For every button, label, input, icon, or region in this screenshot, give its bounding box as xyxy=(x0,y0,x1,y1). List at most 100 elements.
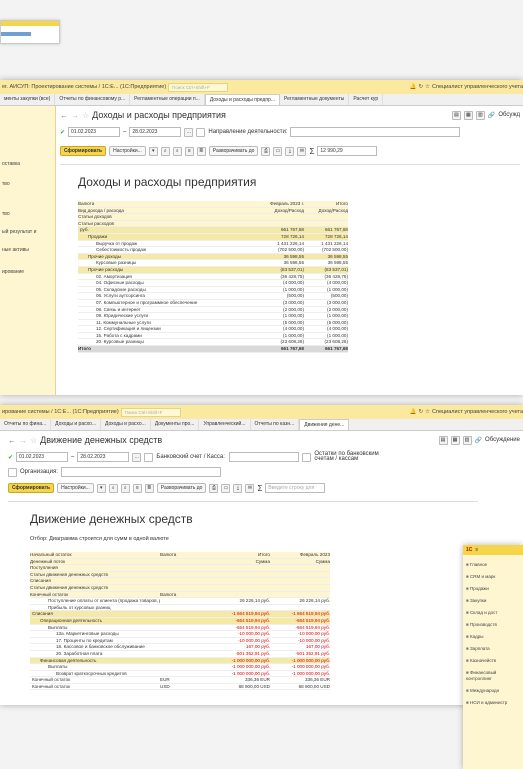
print-report-icon[interactable]: ⎙ xyxy=(261,146,271,156)
table-row[interactable]: Курсовые разницы 36 598,55 36 598,55 xyxy=(78,260,348,267)
date-to-input[interactable]: 28.02.2023 xyxy=(129,127,182,137)
favorite-star-icon[interactable]: ☆ xyxy=(30,436,37,445)
tab-doc-purchases[interactable]: менты закупки (все) xyxy=(0,94,56,105)
bank-checkbox[interactable] xyxy=(144,452,154,462)
period-select-button[interactable]: … xyxy=(184,127,194,137)
save-icon[interactable]: ▦ xyxy=(450,435,460,445)
sidebar-item[interactable]: ■ Финансовый контроллинг xyxy=(463,667,523,685)
global-search-input[interactable]: Поиск Ctrl+Shift+F xyxy=(120,407,181,417)
table-row[interactable]: 06. Услуги аутсорсинга (500,00) (500,00) xyxy=(78,293,348,300)
sidebar-item[interactable]: ■ CRM и марк xyxy=(463,571,523,583)
print-report-icon[interactable]: ⎙ xyxy=(209,483,219,493)
table-row[interactable]: Выплаты -664 519,94 руб. -664 519,94 руб. xyxy=(30,625,330,632)
table-row[interactable]: руб. 661 767,68 661 767,68 xyxy=(78,227,348,234)
sidebar-item-treasury[interactable]: тво xyxy=(0,208,55,220)
back-arrow-icon[interactable]: ← xyxy=(60,111,68,120)
table-row[interactable]: 17. Проценты по кредитам -10 000,00 руб. -… xyxy=(30,638,330,645)
print-icon[interactable]: ▤ xyxy=(451,110,461,120)
table-row[interactable]: Поступление оплаты от клиента (продажа т… xyxy=(30,598,330,605)
tab-fin-reports[interactable]: Отчеты по финансовому р... xyxy=(55,94,131,105)
tab-income-expense-1[interactable]: Доходы и расхо... xyxy=(51,419,101,430)
expand-to-button[interactable]: Разворачивать до xyxy=(156,483,207,493)
date-to-input[interactable]: 28.02.2023 xyxy=(77,452,130,462)
tab-income-expense-2[interactable]: Доходы и расхо... xyxy=(101,419,151,430)
period-check-icon[interactable]: ✔ xyxy=(60,129,65,136)
export-icon[interactable]: ⤓ xyxy=(285,146,295,156)
sidebar-item[interactable]: ■ Главное xyxy=(463,559,523,571)
settings-button[interactable]: Настройки... xyxy=(109,146,146,156)
report-search-input[interactable]: Введите строку для xyxy=(265,483,326,493)
tab-reglament-ops[interactable]: Регламентные операции п... xyxy=(130,94,205,105)
period-select-button[interactable]: … xyxy=(132,452,142,462)
bell-icon[interactable]: 🔔 xyxy=(410,84,417,90)
table-row[interactable]: Списания -1 664 519,94 руб. -1 664 519,94 … xyxy=(30,611,330,618)
generate-button[interactable]: Сформировать xyxy=(8,483,55,493)
table-row[interactable]: Прочие доходы 36 598,55 36 598,55 xyxy=(78,253,348,261)
star-icon[interactable]: ☆ xyxy=(425,409,430,415)
direction-input[interactable] xyxy=(290,127,461,137)
sidebar-item-production[interactable]: тво xyxy=(0,178,55,190)
mail-icon[interactable]: ✉ xyxy=(245,483,255,493)
sidebar-item[interactable]: ■ Казначейств xyxy=(463,655,523,667)
table-row[interactable]: 02. Амортизация (36 428,75) (36 428,75) xyxy=(78,274,348,281)
table-row[interactable]: Финансовая деятельность -1 000 000,00 руб… xyxy=(30,657,330,665)
variant-icon[interactable]: ▾ xyxy=(148,146,158,156)
table-row[interactable]: 13а. Маркетинговые расходы -10 000,00 руб… xyxy=(30,631,330,638)
expand-to-button[interactable]: Разворачивать до xyxy=(208,146,259,156)
table-row[interactable]: Продажи 728 726,14 728 726,14 xyxy=(78,233,348,241)
back-arrow-icon[interactable]: ← xyxy=(8,436,16,445)
table-row[interactable]: 12. Сертификация и лицензии (4 000,00) (4 … xyxy=(78,326,348,333)
table-row[interactable]: 18. Кассовое и банковское обслуживание 16… xyxy=(30,644,330,651)
sidebar-item[interactable]: ■ Зарплата xyxy=(463,643,523,655)
table-row[interactable]: 05. Складские расходы (1 000,00) (1 000,00… xyxy=(78,287,348,294)
direction-checkbox[interactable] xyxy=(196,127,206,137)
table-row[interactable]: Операционная деятельность -664 519,94 руб… xyxy=(30,617,330,625)
forward-arrow-icon[interactable]: → xyxy=(71,111,79,120)
history-icon[interactable]: ↻ xyxy=(418,409,423,415)
link-icon[interactable]: 🔗 xyxy=(488,112,495,119)
table-row[interactable]: Выручка от продаж 1 431 226,14 1 431 226,1… xyxy=(78,241,348,248)
sidebar-item[interactable]: ■ Производств xyxy=(463,619,523,631)
mail-icon[interactable]: ✉ xyxy=(297,146,307,156)
variant-icon[interactable]: ▾ xyxy=(96,483,106,493)
sidebar-item[interactable]: ■ НСИ и администр xyxy=(463,697,523,709)
bank-input[interactable] xyxy=(229,452,300,462)
expand-icon[interactable]: ≣ xyxy=(144,483,154,493)
table-row[interactable]: Конечный остаток USD 68 900,00 USD 68 900,0… xyxy=(30,684,330,691)
org-input[interactable] xyxy=(60,467,221,477)
user-name[interactable]: Специалист управленческого учета xyxy=(432,84,523,90)
global-search-input[interactable]: Поиск Ctrl+Shift+F xyxy=(168,82,229,92)
sidebar-item[interactable]: ■ Склад и дост xyxy=(463,607,523,619)
sidebar-item[interactable]: ■ Продажи xyxy=(463,583,523,595)
sidebar-item-budgeting[interactable]: ирование xyxy=(0,266,55,278)
collapse-icon[interactable]: ≡ xyxy=(132,483,142,493)
settings-button[interactable]: Настройки... xyxy=(57,483,94,493)
forward-arrow-icon[interactable]: → xyxy=(19,436,27,445)
bell-icon[interactable]: 🔔 xyxy=(410,409,417,415)
period-check-icon[interactable]: ✔ xyxy=(8,454,13,461)
table-row[interactable]: 09. Юридические услуги (1 000,00) (1 000,0… xyxy=(78,313,348,320)
discuss-label[interactable]: Обсужд xyxy=(498,112,520,118)
tab-treasury-reports[interactable]: Отчеты по казн... xyxy=(251,419,300,430)
table-row[interactable]: 11. Коммунальные услуги (5 000,00) (5 000,… xyxy=(78,320,348,327)
search-icon[interactable]: ⌕ xyxy=(108,483,118,493)
table-row[interactable]: Выплаты -1 000 000,00 руб. -1 000 000,00 р… xyxy=(30,664,330,671)
user-name[interactable]: Специалист управленческого учета xyxy=(432,409,523,415)
expand-icon[interactable]: ≣ xyxy=(196,146,206,156)
table-row[interactable]: 20. Курсовые разницы (23 608,26) (23 608,2… xyxy=(78,339,348,347)
find-next-icon[interactable]: ⌕ xyxy=(172,146,182,156)
collapse-icon[interactable]: ≡ xyxy=(184,146,194,156)
table-row[interactable]: Себестоимость продаж (702 500,00) (702 500… xyxy=(78,247,348,254)
export-icon[interactable]: ⤓ xyxy=(233,483,243,493)
tab-fin-reports[interactable]: Отчеты по фина... xyxy=(0,419,52,430)
tab-documents[interactable]: Документы про... xyxy=(151,419,200,430)
sidebar-item[interactable]: ■ Кадры xyxy=(463,631,523,643)
date-from-input[interactable]: 01.02.2023 xyxy=(68,127,121,137)
table-row[interactable]: Возврат краткосрочных кредитов -1 000 000… xyxy=(30,671,330,678)
favorite-star-icon[interactable]: ☆ xyxy=(82,111,89,120)
table-row[interactable]: 15. Работа с кадрами (1 000,00) (1 000,00) xyxy=(78,333,348,340)
tab-reglament-docs[interactable]: Регламентные документы xyxy=(280,94,350,105)
discuss-label[interactable]: Обсуждение xyxy=(485,437,520,443)
generate-button[interactable]: Сформировать xyxy=(60,146,107,156)
search-icon[interactable]: ⌕ xyxy=(160,146,170,156)
